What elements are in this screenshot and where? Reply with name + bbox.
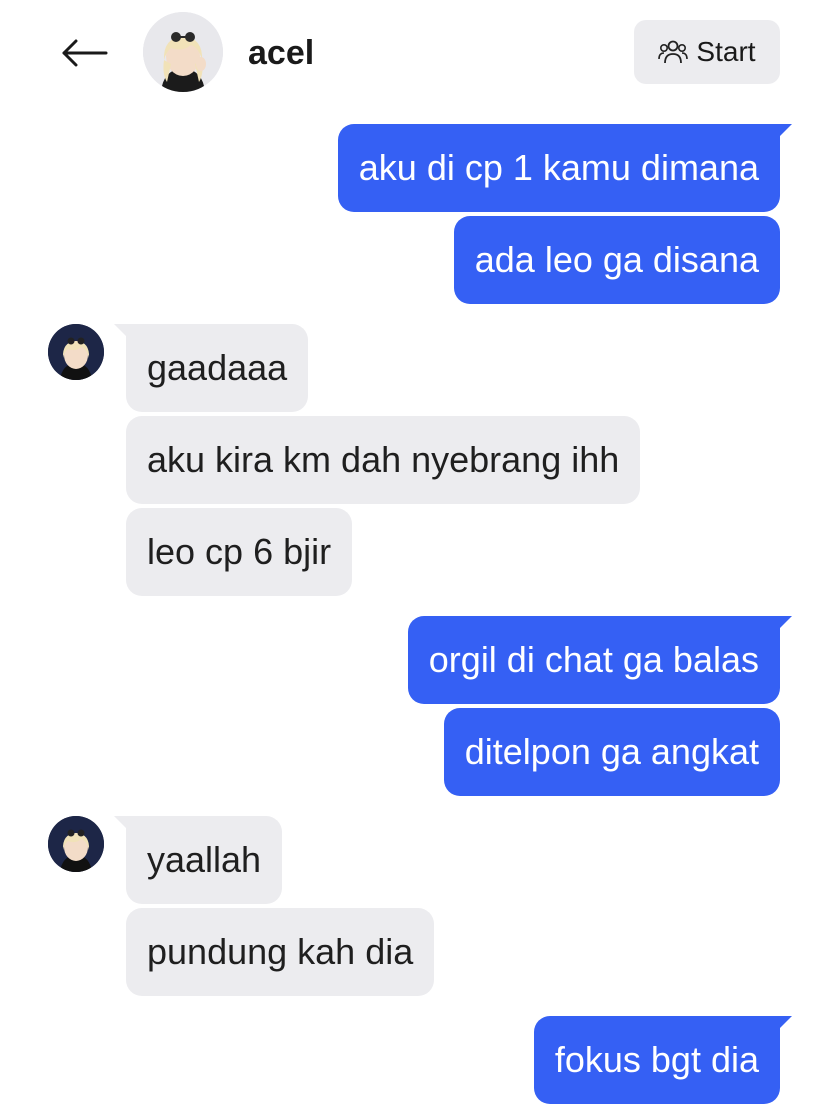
avatar-image <box>143 12 223 92</box>
arrow-left-icon <box>62 39 108 67</box>
contact-avatar[interactable] <box>143 12 223 92</box>
message-outgoing[interactable]: fokus bgt dia <box>533 1016 793 1104</box>
start-label: Start <box>696 36 756 67</box>
contact-avatar-small[interactable] <box>48 324 104 380</box>
chat-screen: acel Start aku di cp 1 kamu dimana ada l… <box>0 0 828 1113</box>
contact-avatar-small[interactable] <box>48 816 104 872</box>
message-outgoing[interactable]: aku di cp 1 kamu dimana <box>337 124 793 212</box>
avatar-image <box>48 816 104 872</box>
message-incoming[interactable]: yaallah <box>113 816 283 904</box>
back-button[interactable] <box>58 30 110 76</box>
message-incoming[interactable]: leo cp 6 bjir <box>126 508 353 596</box>
contact-name[interactable]: acel <box>248 30 314 76</box>
message-incoming[interactable]: aku kira km dah nyebrang ihh <box>126 416 641 504</box>
people-icon <box>658 40 689 64</box>
message-outgoing[interactable]: ada leo ga disana <box>453 216 780 304</box>
message-outgoing[interactable]: orgil di chat ga balas <box>407 616 793 704</box>
start-button[interactable]: Start <box>634 20 780 84</box>
message-incoming[interactable]: pundung kah dia <box>126 908 435 996</box>
message-outgoing[interactable]: ditelpon ga angkat <box>443 708 780 796</box>
avatar-image <box>48 324 104 380</box>
message-incoming[interactable]: gaadaaa <box>113 324 309 412</box>
